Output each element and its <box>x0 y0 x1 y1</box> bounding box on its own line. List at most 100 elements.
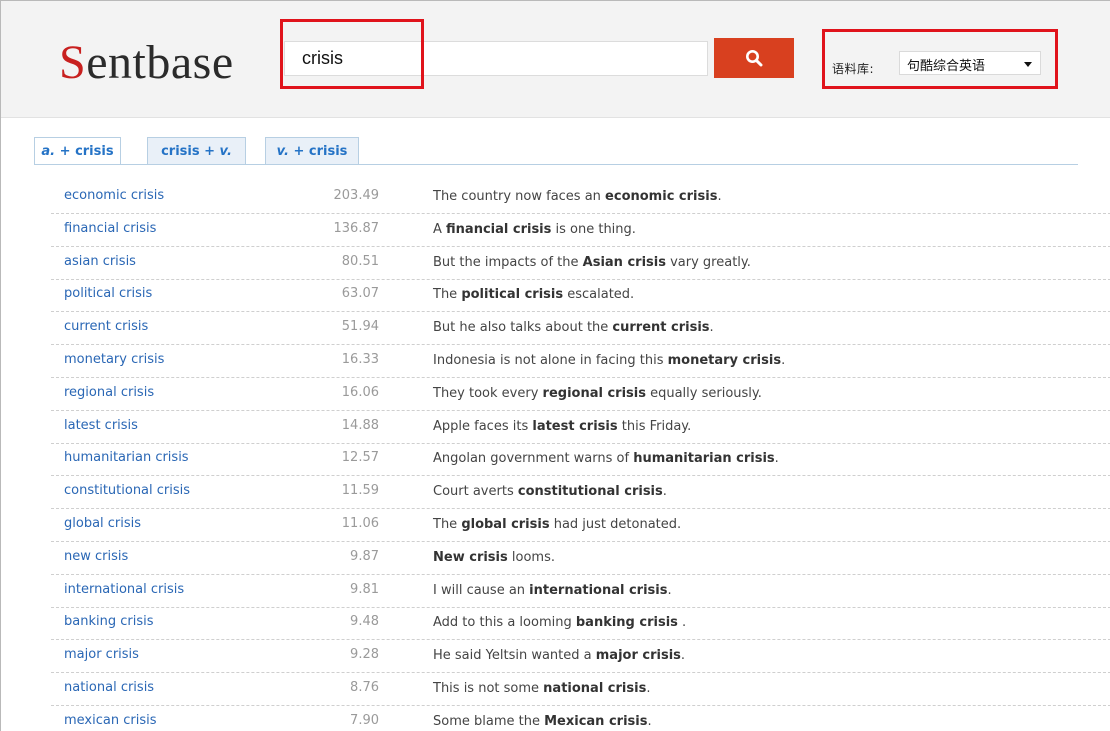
collocation-link[interactable]: global crisis <box>64 516 141 531</box>
collocation-score: 80.51 <box>341 253 379 269</box>
collocation-score: 9.87 <box>350 548 379 564</box>
sentence-keyword: Asian crisis <box>582 254 666 270</box>
collocation-score: 136.87 <box>333 220 380 236</box>
collocation-score: 11.06 <box>341 516 379 531</box>
example-sentence: New crisis looms. <box>433 550 555 565</box>
tab-label-italic: v. <box>276 144 289 159</box>
sentence-keyword: regional crisis <box>542 385 646 401</box>
collocation-link[interactable]: constitutional crisis <box>64 483 190 498</box>
sentence-after: . <box>667 582 672 598</box>
sentence-keyword: monetary crisis <box>667 353 782 368</box>
collocation-link[interactable]: major crisis <box>64 647 139 662</box>
sentence-after: escalated. <box>563 287 635 303</box>
tab-label-italic: v. <box>219 144 232 159</box>
collocation-link[interactable]: monetary crisis <box>64 352 164 367</box>
sentence-after: . <box>717 189 722 204</box>
sentence-after: . <box>774 451 779 467</box>
table-row: global crisis 11.06 The global crisis had … <box>51 509 1110 542</box>
collocation-link[interactable]: asian crisis <box>64 254 136 269</box>
table-row: regional crisis 16.06 They took every regi… <box>51 378 1110 411</box>
example-sentence: The country now faces an economic crisis… <box>433 189 722 204</box>
sentence-after: looms. <box>507 549 555 565</box>
collocation-link[interactable]: financial crisis <box>64 221 156 236</box>
example-sentence: He said Yeltsin wanted a major crisis. <box>433 648 685 663</box>
logo-rest: entbase <box>86 36 234 89</box>
table-row: economic crisis 203.49 The country now fac… <box>51 181 1110 214</box>
sentence-after: this Friday. <box>617 418 692 434</box>
sentence-keyword: political crisis <box>461 287 564 303</box>
collocation-score: 16.06 <box>341 384 379 400</box>
sentence-before: This is not some <box>433 681 544 696</box>
corpus-select[interactable]: 句酷综合英语 <box>899 51 1041 75</box>
table-row: current crisis 51.94 But he also talks abo… <box>51 312 1110 346</box>
sentence-before: Indonesia is not alone in facing this <box>433 353 668 368</box>
sentence-after: . <box>647 713 652 729</box>
collocation-link[interactable]: political crisis <box>64 286 152 301</box>
tab-crisis-verb[interactable]: crisis + v. <box>147 137 246 164</box>
search-icon <box>746 50 763 67</box>
example-sentence: Court averts constitutional crisis. <box>433 484 667 499</box>
sentence-after: . <box>709 320 714 336</box>
collocation-link[interactable]: economic crisis <box>64 188 164 203</box>
collocation-link[interactable]: international crisis <box>64 582 184 597</box>
search-button[interactable] <box>714 38 794 78</box>
table-row: new crisis 9.87 New crisis looms. <box>51 542 1110 575</box>
table-row: international crisis 9.81 I will cause an … <box>51 575 1110 608</box>
sentence-after: . <box>781 353 786 368</box>
collocation-link[interactable]: regional crisis <box>64 385 154 400</box>
collocation-score: 51.94 <box>341 319 379 335</box>
table-row: major crisis 9.28 He said Yeltsin wanted a… <box>51 640 1110 674</box>
table-row: asian crisis 80.51 But the impacts of the … <box>51 247 1110 280</box>
header: Sentbase 语料库: 句酷综合英语 <box>1 1 1110 118</box>
table-row: constitutional crisis 11.59 Court averts c… <box>51 476 1110 510</box>
tab-adjective-crisis[interactable]: a. + crisis <box>34 137 121 165</box>
collocation-link[interactable]: banking crisis <box>64 614 153 629</box>
example-sentence: Apple faces its latest crisis this Frida… <box>433 419 691 434</box>
table-row: monetary crisis 16.33 Indonesia is not alo… <box>51 345 1110 378</box>
sentence-before: I will cause an <box>433 582 530 598</box>
table-row: political crisis 63.07 The political crisi… <box>51 279 1110 313</box>
example-sentence: The global crisis had just detonated. <box>433 517 681 532</box>
collocation-link[interactable]: new crisis <box>64 549 128 564</box>
sentence-before: They took every <box>433 385 543 401</box>
collocation-score: 14.88 <box>341 417 379 433</box>
table-row: latest crisis 14.88 Apple faces its latest… <box>51 411 1110 444</box>
sentence-before: A <box>433 221 447 237</box>
example-sentence: Some blame the Mexican crisis. <box>433 714 652 729</box>
example-sentence: Angolan government warns of humanitarian… <box>433 451 779 466</box>
logo-first-letter: S <box>59 36 87 89</box>
collocation-link[interactable]: humanitarian crisis <box>64 450 189 465</box>
sentence-before: But the impacts of the <box>433 254 583 270</box>
highlight-box-search <box>280 19 424 89</box>
sentence-keyword: economic crisis <box>605 189 718 204</box>
sentence-before: Apple faces its <box>433 418 533 434</box>
sentence-before: Angolan government warns of <box>433 451 634 467</box>
example-sentence: Indonesia is not alone in facing this mo… <box>433 353 785 368</box>
collocation-score: 9.28 <box>350 647 379 663</box>
example-sentence: But he also talks about the current cris… <box>433 320 714 335</box>
table-row: banking crisis 9.48 Add to this a looming … <box>51 607 1110 641</box>
example-sentence: I will cause an international crisis. <box>433 583 672 598</box>
collocation-link[interactable]: current crisis <box>64 319 148 334</box>
page-frame: Sentbase 语料库: 句酷综合英语 a. + crisis crisis … <box>0 0 1110 731</box>
sentence-keyword: latest crisis <box>532 418 618 434</box>
sentence-keyword: banking crisis <box>575 615 678 631</box>
sentence-keyword: humanitarian crisis <box>633 451 775 467</box>
sentence-keyword: Mexican crisis <box>544 713 648 729</box>
tab-verb-crisis[interactable]: v. + crisis <box>265 137 359 164</box>
example-sentence: A financial crisis is one thing. <box>433 222 636 237</box>
sentence-after: vary greatly. <box>665 254 751 270</box>
sentence-after: . <box>680 648 686 664</box>
collocation-link[interactable]: national crisis <box>64 680 154 695</box>
table-row: humanitarian crisis 12.57 Angolan governme… <box>51 443 1110 477</box>
collocation-score: 7.90 <box>350 712 379 728</box>
logo[interactable]: Sentbase <box>59 37 234 89</box>
corpus-selected-value: 句酷综合英语 <box>907 59 986 74</box>
example-sentence: They took every regional crisis equally … <box>433 386 762 401</box>
tab-label: + crisis <box>55 144 114 159</box>
sentence-before: But he also talks about the <box>433 320 613 336</box>
collocation-link[interactable]: mexican crisis <box>64 713 157 728</box>
tab-label-italic: a. <box>41 144 56 159</box>
corpus-label: 语料库: <box>832 62 875 76</box>
collocation-link[interactable]: latest crisis <box>64 418 138 433</box>
